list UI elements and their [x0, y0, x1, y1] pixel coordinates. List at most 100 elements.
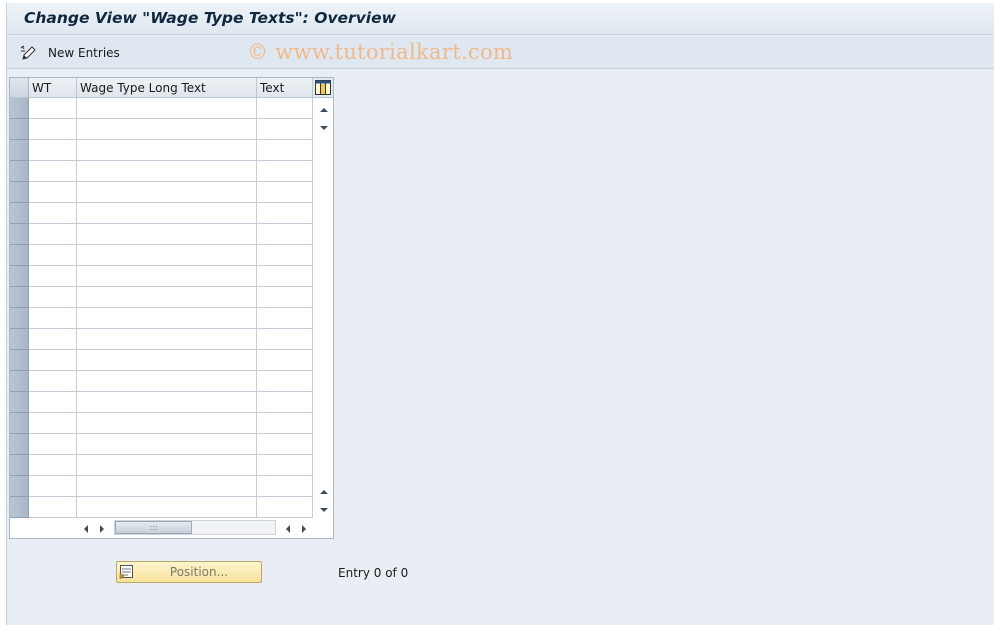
column-header-wage-type-long-text[interactable]: Wage Type Long Text: [77, 78, 257, 98]
column-header-text[interactable]: Text: [257, 78, 313, 98]
row-selector[interactable]: [10, 308, 29, 329]
cell-text[interactable]: [257, 413, 313, 434]
cell-wage-type-long-text[interactable]: [77, 287, 257, 308]
cell-wage-type-long-text[interactable]: [77, 497, 257, 518]
cell-wage-type-long-text[interactable]: [77, 245, 257, 266]
cell-wt[interactable]: [29, 98, 77, 119]
cell-text[interactable]: [257, 329, 313, 350]
cell-wt[interactable]: [29, 497, 77, 518]
cell-wage-type-long-text[interactable]: [77, 266, 257, 287]
scroll-page-down-icon[interactable]: [319, 504, 329, 514]
cell-wt[interactable]: [29, 455, 77, 476]
scroll-left-icon[interactable]: [81, 523, 91, 533]
cell-text[interactable]: [257, 476, 313, 497]
row-selector[interactable]: [10, 98, 29, 119]
cell-text[interactable]: [257, 371, 313, 392]
cell-wage-type-long-text[interactable]: [77, 434, 257, 455]
row-selector[interactable]: [10, 476, 29, 497]
cell-wage-type-long-text[interactable]: [77, 119, 257, 140]
row-selector[interactable]: [10, 455, 29, 476]
row-selector[interactable]: [10, 161, 29, 182]
cell-text[interactable]: [257, 161, 313, 182]
cell-wt[interactable]: [29, 371, 77, 392]
cell-text[interactable]: [257, 140, 313, 161]
position-button[interactable]: Position...: [116, 561, 262, 583]
cell-text[interactable]: [257, 497, 313, 518]
cell-wt[interactable]: [29, 140, 77, 161]
row-selector[interactable]: [10, 434, 29, 455]
cell-wt[interactable]: [29, 413, 77, 434]
cell-text[interactable]: [257, 224, 313, 245]
cell-wt[interactable]: [29, 203, 77, 224]
cell-text[interactable]: [257, 392, 313, 413]
row-selector[interactable]: [10, 245, 29, 266]
cell-text[interactable]: [257, 434, 313, 455]
cell-wt[interactable]: [29, 308, 77, 329]
cell-wage-type-long-text[interactable]: [77, 182, 257, 203]
cell-wage-type-long-text[interactable]: [77, 371, 257, 392]
cell-text[interactable]: [257, 455, 313, 476]
cell-text[interactable]: [257, 266, 313, 287]
scroll-column-left-icon[interactable]: [283, 523, 293, 533]
cell-text[interactable]: [257, 182, 313, 203]
horizontal-scroll-track[interactable]: :::: [114, 520, 276, 535]
row-selector[interactable]: [10, 224, 29, 245]
cell-wage-type-long-text[interactable]: [77, 455, 257, 476]
cell-text[interactable]: [257, 98, 313, 119]
row-selector[interactable]: [10, 140, 29, 161]
cell-text[interactable]: [257, 245, 313, 266]
cell-wt[interactable]: [29, 161, 77, 182]
cell-wage-type-long-text[interactable]: [77, 308, 257, 329]
cell-text[interactable]: [257, 287, 313, 308]
cell-wage-type-long-text[interactable]: [77, 413, 257, 434]
row-selector[interactable]: [10, 182, 29, 203]
row-selector[interactable]: [10, 287, 29, 308]
cell-wage-type-long-text[interactable]: [77, 350, 257, 371]
cell-wt[interactable]: [29, 476, 77, 497]
scroll-down-icon[interactable]: [319, 122, 329, 132]
cell-wage-type-long-text[interactable]: [77, 392, 257, 413]
application-toolbar: New Entries © www.tutorialkart.com: [7, 36, 994, 69]
cell-wt[interactable]: [29, 329, 77, 350]
table-settings-button[interactable]: [313, 78, 333, 98]
scroll-right-icon[interactable]: [97, 523, 107, 533]
cell-wage-type-long-text[interactable]: [77, 161, 257, 182]
cell-wt[interactable]: [29, 119, 77, 140]
scroll-page-up-icon[interactable]: [319, 486, 329, 496]
cell-wt[interactable]: [29, 434, 77, 455]
cell-wt[interactable]: [29, 224, 77, 245]
scroll-column-right-icon[interactable]: [299, 523, 309, 533]
cell-wt[interactable]: [29, 392, 77, 413]
cell-wage-type-long-text[interactable]: [77, 329, 257, 350]
row-selector[interactable]: [10, 392, 29, 413]
cell-wt[interactable]: [29, 245, 77, 266]
cell-wt[interactable]: [29, 350, 77, 371]
cell-wage-type-long-text[interactable]: [77, 203, 257, 224]
cell-wage-type-long-text[interactable]: [77, 98, 257, 119]
row-selector[interactable]: [10, 119, 29, 140]
new-entries-button[interactable]: New Entries: [17, 42, 123, 64]
row-selector[interactable]: [10, 203, 29, 224]
row-selector[interactable]: [10, 371, 29, 392]
cell-text[interactable]: [257, 350, 313, 371]
cell-text[interactable]: [257, 203, 313, 224]
cell-wt[interactable]: [29, 182, 77, 203]
cell-wage-type-long-text[interactable]: [77, 140, 257, 161]
scroll-up-icon[interactable]: [319, 104, 329, 114]
cell-wt[interactable]: [29, 287, 77, 308]
cell-wage-type-long-text[interactable]: [77, 476, 257, 497]
cell-text[interactable]: [257, 119, 313, 140]
cell-text[interactable]: [257, 308, 313, 329]
horizontal-scrollbar[interactable]: :::: [76, 518, 313, 538]
row-selector[interactable]: [10, 497, 29, 518]
vertical-scrollbar[interactable]: [315, 98, 333, 517]
row-selector[interactable]: [10, 329, 29, 350]
cell-wt[interactable]: [29, 266, 77, 287]
horizontal-scroll-thumb[interactable]: :::: [115, 521, 192, 534]
select-all-header[interactable]: [10, 78, 29, 98]
row-selector[interactable]: [10, 350, 29, 371]
cell-wage-type-long-text[interactable]: [77, 224, 257, 245]
row-selector[interactable]: [10, 413, 29, 434]
row-selector[interactable]: [10, 266, 29, 287]
column-header-wt[interactable]: WT: [29, 78, 77, 98]
